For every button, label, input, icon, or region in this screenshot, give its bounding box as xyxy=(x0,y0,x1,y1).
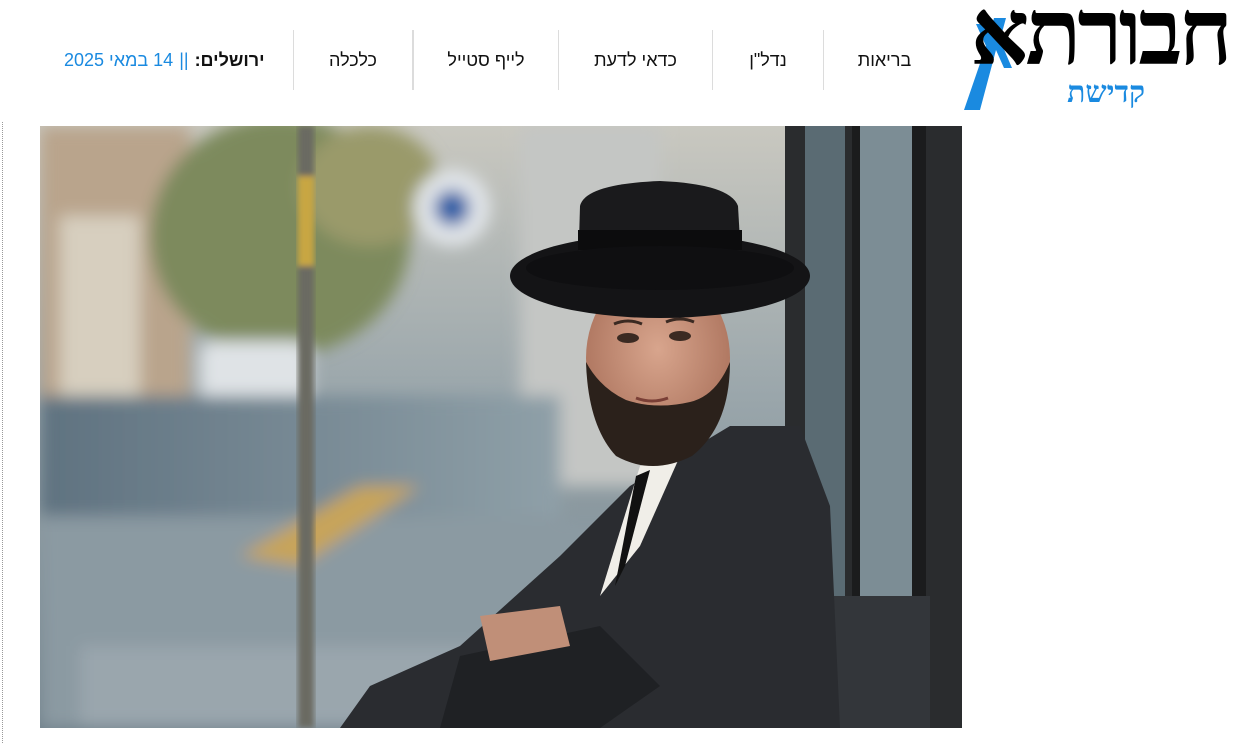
site-header: חבורתא קדישת כלכלה לייף סטייל כדאי לדעת … xyxy=(0,0,1233,122)
page: חבורתא קדישת כלכלה לייף סטייל כדאי לדעת … xyxy=(0,0,1233,743)
logo-title: חבורתא xyxy=(970,0,1233,86)
nav-item-real-estate[interactable]: נדל"ן xyxy=(712,30,823,90)
nav-item-label: כלכלה xyxy=(329,49,377,70)
main-nav: כלכלה לייף סטייל כדאי לדעת נדל"ן בריאות xyxy=(293,30,945,90)
hero-photo xyxy=(40,126,962,728)
nav-item-label: נדל"ן xyxy=(749,49,787,70)
nav-item-economy[interactable]: כלכלה xyxy=(293,30,413,90)
nav-item-health[interactable]: בריאות xyxy=(823,30,945,90)
nav-item-good-to-know[interactable]: כדאי לדעת xyxy=(558,30,712,90)
left-divider xyxy=(2,122,3,743)
dateline-date: 14 במאי 2025 xyxy=(64,49,174,70)
site-logo[interactable]: חבורתא קדישת xyxy=(956,0,1233,120)
dateline-city: ירושלים: xyxy=(194,49,265,70)
dateline-separator: || xyxy=(179,49,189,70)
nav-item-label: בריאות xyxy=(857,49,912,70)
nav-item-label: לייף סטייל xyxy=(447,49,525,70)
logo-subtitle: קדישת xyxy=(1067,75,1145,110)
dateline: ירושלים: || 14 במאי 2025 xyxy=(64,48,265,72)
nav-item-lifestyle[interactable]: לייף סטייל xyxy=(413,30,558,90)
nav-item-label: כדאי לדעת xyxy=(594,49,677,70)
hero-image[interactable] xyxy=(40,126,962,728)
